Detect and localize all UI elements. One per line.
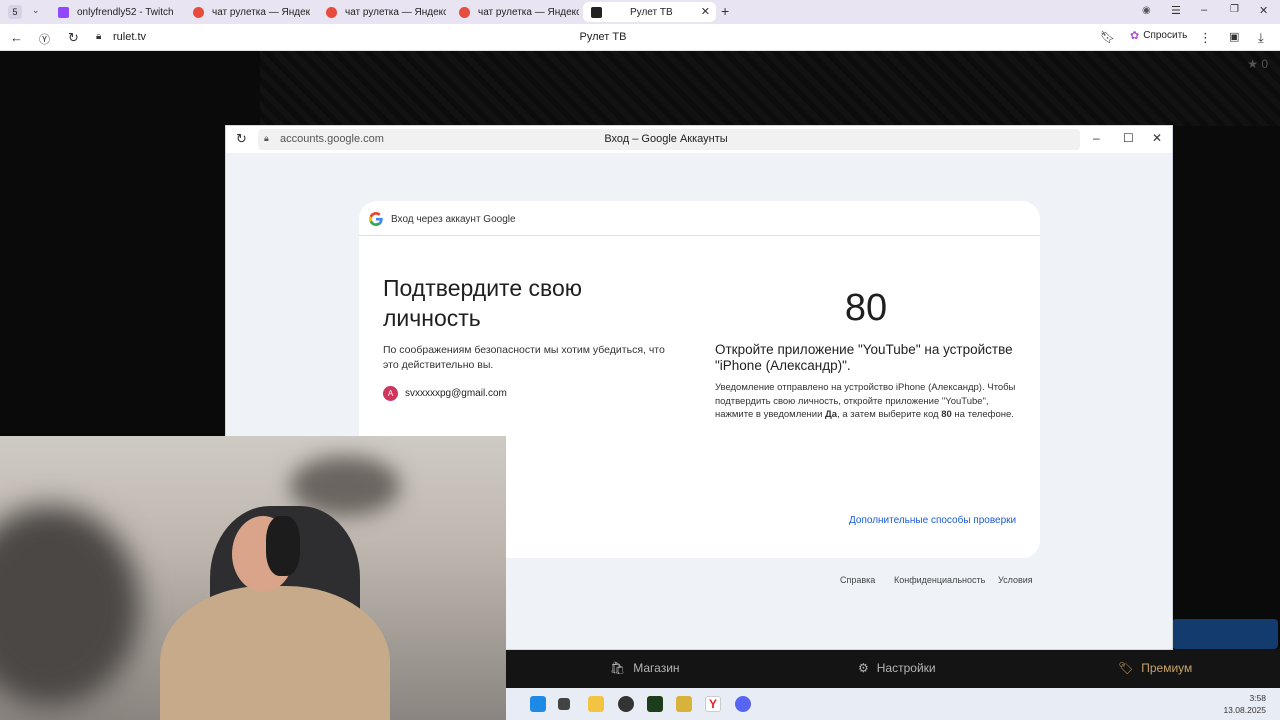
windows-start-icon[interactable] bbox=[530, 696, 546, 712]
shop-button[interactable]: 🛍︎ Магазин bbox=[610, 661, 680, 675]
app-icon[interactable] bbox=[676, 696, 692, 712]
alice-icon: ✿ bbox=[1130, 30, 1140, 42]
tab-label: Рулет ТВ bbox=[630, 6, 673, 18]
popup-maximize-icon[interactable]: ☐ bbox=[1123, 131, 1134, 145]
tab-yandex-2[interactable]: чат рулетка — Яндекс: на bbox=[318, 2, 446, 22]
close-window-icon[interactable]: ✕ bbox=[1259, 4, 1268, 17]
avatar: A bbox=[383, 386, 398, 401]
google-logo-icon bbox=[369, 212, 383, 226]
discord-icon[interactable] bbox=[735, 696, 751, 712]
close-tab-icon[interactable]: ✕ bbox=[701, 5, 710, 18]
shop-icon: 🛍︎ bbox=[610, 661, 626, 675]
more-ways-link[interactable]: Дополнительные способы проверки bbox=[849, 515, 1016, 526]
tab-yandex-3[interactable]: чат рулетка — Яндекс: на bbox=[451, 2, 579, 22]
settings-label: Настройки bbox=[876, 661, 936, 675]
collections-icon[interactable]: ▣ bbox=[1229, 30, 1239, 43]
tab-twitch[interactable]: onlyfrendly52 - Twitch bbox=[50, 2, 180, 22]
rulet-icon bbox=[591, 6, 602, 18]
terms-link[interactable]: Условия bbox=[998, 575, 1033, 585]
tabs-dropdown-icon[interactable]: ⌄ bbox=[32, 5, 40, 16]
help-link[interactable]: Справка bbox=[840, 575, 875, 585]
open-app-instruction: Откройте приложение "YouTube" на устройс… bbox=[715, 342, 1013, 373]
premium-label: Премиум bbox=[1141, 661, 1193, 675]
notification-notice: Уведомление отправлено на устройство iPh… bbox=[715, 381, 1025, 422]
security-description: По соображениям безопасности мы хотим уб… bbox=[383, 344, 665, 371]
clock-date: 13.08.2025 bbox=[1223, 705, 1266, 715]
notice-text: , а затем выберите код bbox=[837, 409, 942, 420]
clock-time: 3:58 bbox=[1249, 693, 1266, 703]
webcam-overlay bbox=[0, 436, 506, 720]
tab-bar: 5 ⌄ onlyfrendly52 - Twitch чат рулетка —… bbox=[0, 0, 1280, 24]
star-count: 0 bbox=[1261, 57, 1268, 71]
popup-title: Вход – Google Аккаунты bbox=[604, 133, 728, 145]
ask-button[interactable]: ✿ Спросить bbox=[1130, 29, 1187, 42]
system-clock[interactable]: 3:58 13.08.2025 bbox=[1223, 692, 1266, 716]
star-counter: ★ 0 bbox=[1247, 57, 1268, 71]
yandex-browser-icon[interactable]: Y bbox=[705, 696, 721, 712]
account-chip[interactable]: A svxxxxxpg@gmail.com bbox=[383, 386, 507, 401]
restore-icon[interactable]: ❐ bbox=[1230, 4, 1239, 15]
task-view-icon[interactable] bbox=[558, 698, 570, 710]
menu-icon[interactable]: ☰ bbox=[1171, 4, 1181, 17]
tab-rulet[interactable]: Рулет ТВ ✕ bbox=[583, 2, 716, 22]
taskbar: Y 3:58 13.08.2025 bbox=[506, 688, 1280, 720]
header-pattern bbox=[260, 51, 1280, 126]
notice-yes: Да bbox=[825, 409, 838, 420]
premium-button[interactable]: 🏷︎ Премиум bbox=[1118, 661, 1192, 675]
tab-label: чат рулетка — Яндекс: на bbox=[345, 6, 446, 18]
yandex-icon bbox=[193, 6, 204, 18]
obs-icon[interactable] bbox=[618, 696, 634, 712]
terminal-icon[interactable] bbox=[647, 696, 663, 712]
minimize-icon[interactable]: – bbox=[1201, 4, 1207, 16]
tag-icon: 🏷︎ bbox=[1118, 661, 1134, 675]
yandex-icon bbox=[459, 6, 470, 18]
tab-label: onlyfrendly52 - Twitch bbox=[77, 6, 174, 18]
popup-minimize-icon[interactable]: – bbox=[1093, 131, 1100, 145]
popup-titlebar: ↻ 🔒︎ accounts.google.com Вход – Google А… bbox=[226, 126, 1172, 153]
shop-label: Магазин bbox=[633, 661, 680, 675]
signin-label: Вход через аккаунт Google bbox=[391, 214, 516, 225]
bottom-nav: 🛍︎ Магазин ⚙ Настройки 🏷︎ Премиум bbox=[506, 649, 1280, 689]
tab-label: чат рулетка — Яндекс: на bbox=[478, 6, 579, 18]
notice-code: 80 bbox=[941, 409, 952, 420]
bookmark-icon[interactable]: 🔖︎ bbox=[1100, 30, 1115, 44]
download-icon[interactable]: ⤓ bbox=[1258, 30, 1264, 46]
card-header: Вход через аккаунт Google bbox=[359, 201, 1040, 236]
page-title: Рулет ТВ bbox=[579, 31, 627, 43]
address-bar: ← Ⓨ ↻ 🔒︎ rulet.tv Рулет ТВ 🔖︎ ✿ Спросить… bbox=[0, 24, 1280, 51]
more-icon[interactable]: ⋮ bbox=[1199, 30, 1212, 46]
privacy-link[interactable]: Конфиденциальность bbox=[894, 575, 985, 585]
gear-icon: ⚙ bbox=[858, 661, 869, 675]
file-explorer-icon[interactable] bbox=[588, 696, 604, 712]
headphones-shape bbox=[266, 516, 300, 576]
tab-label: чат рулетка — Яндекс: на bbox=[212, 6, 310, 18]
settings-button[interactable]: ⚙ Настройки bbox=[858, 661, 936, 675]
background-shape bbox=[0, 506, 140, 706]
account-email: svxxxxxpg@gmail.com bbox=[405, 388, 507, 399]
verify-heading: Подтвердите свою личность bbox=[383, 275, 583, 331]
tab-yandex-1[interactable]: чат рулетка — Яндекс: на bbox=[185, 2, 310, 22]
verification-code: 80 bbox=[844, 287, 888, 329]
notice-text: на телефоне. bbox=[951, 409, 1014, 420]
person-body bbox=[160, 586, 390, 720]
ask-label: Спросить bbox=[1143, 30, 1188, 41]
popup-close-icon[interactable]: ✕ bbox=[1152, 131, 1162, 145]
yandex-icon bbox=[326, 6, 337, 18]
shield-icon[interactable]: ◉ bbox=[1142, 5, 1151, 16]
tab-counter[interactable]: 5 bbox=[8, 5, 22, 19]
blue-button[interactable] bbox=[1172, 619, 1278, 649]
new-tab-icon[interactable]: + bbox=[721, 3, 729, 19]
twitch-icon bbox=[58, 6, 69, 18]
